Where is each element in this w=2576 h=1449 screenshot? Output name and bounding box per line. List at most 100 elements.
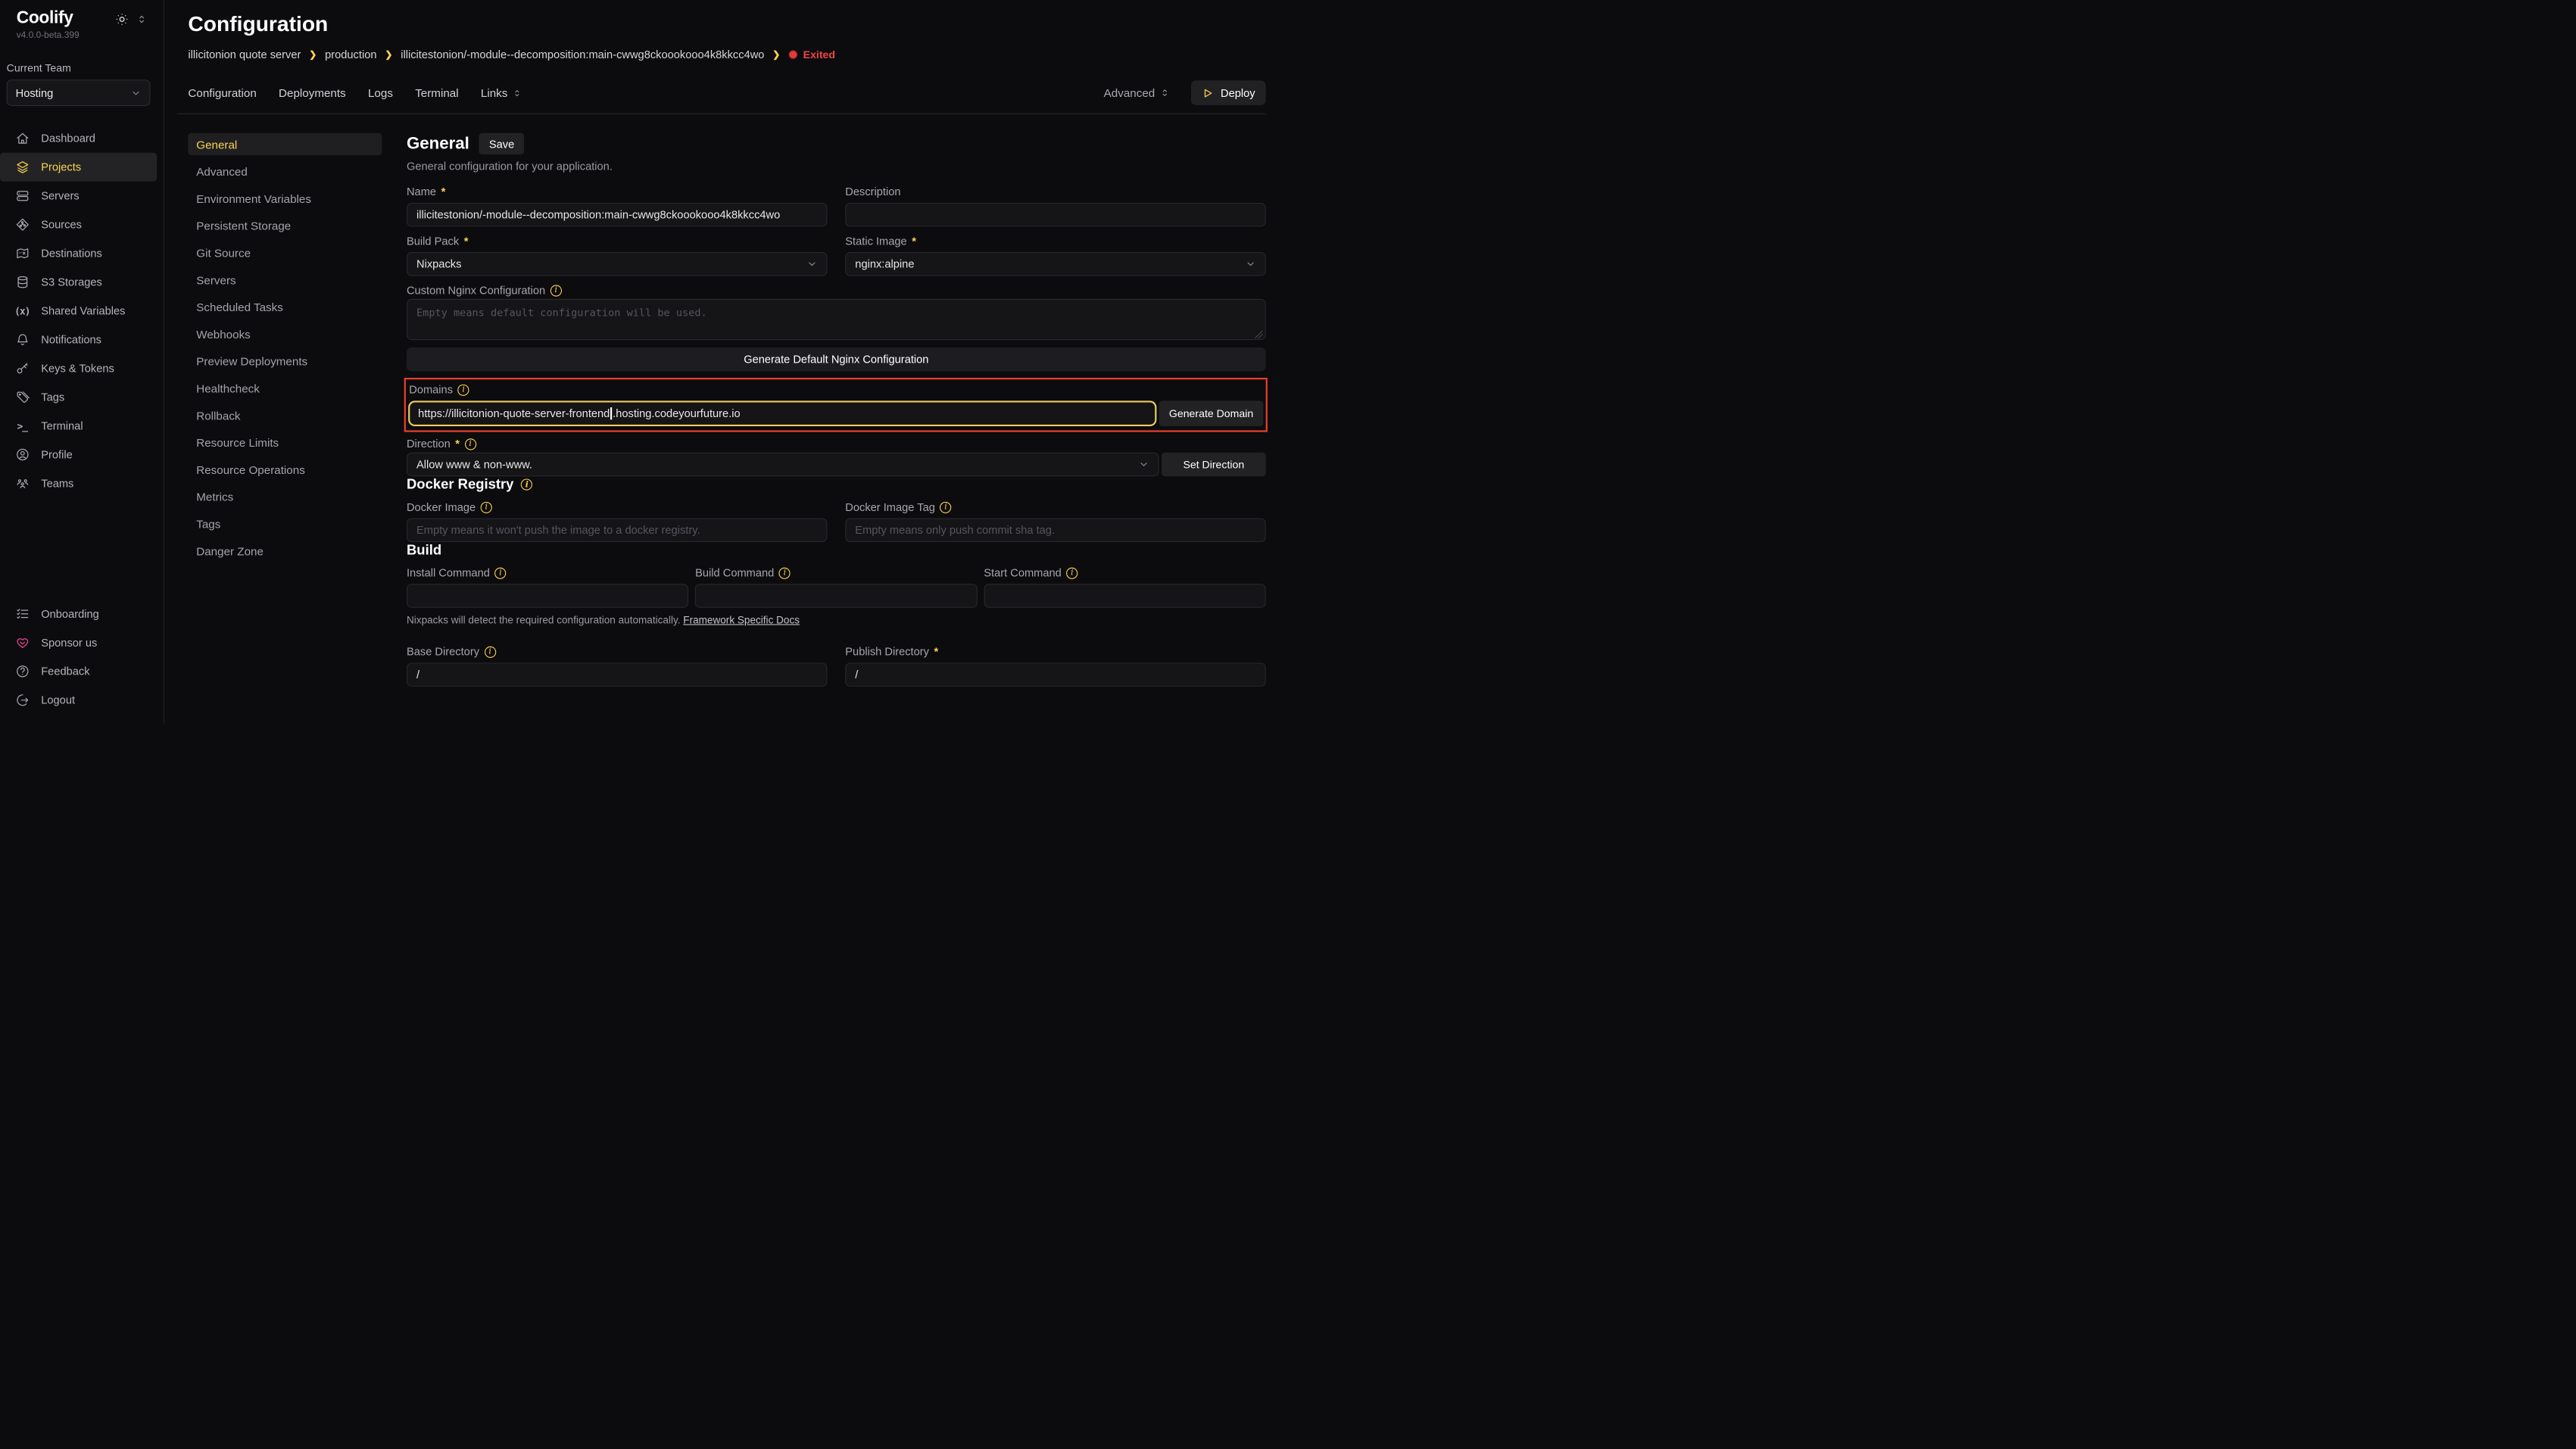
save-button[interactable]: Save <box>479 133 524 154</box>
info-icon: i <box>779 567 791 578</box>
tabbar: Configuration Deployments Logs Terminal Link… <box>188 80 1265 105</box>
domains-label: Domainsi <box>409 384 1263 396</box>
current-team-label: Current Team <box>7 61 164 73</box>
sidebar-item-logout[interactable]: Logout <box>0 686 164 715</box>
users-icon <box>15 476 30 491</box>
breadcrumb-item[interactable]: illicitonion quote server <box>188 48 301 61</box>
subnav-item-healthcheck[interactable]: Healthcheck <box>188 377 382 399</box>
subnav-item-resource-limits[interactable]: Resource Limits <box>188 432 382 453</box>
description-label: Description <box>845 185 1265 198</box>
subnav-item-servers[interactable]: Servers <box>188 269 382 291</box>
breadcrumb-item[interactable]: production <box>325 48 376 61</box>
sidebar-item-label: Shared Variables <box>41 304 125 316</box>
build-command-input[interactable] <box>695 584 977 607</box>
subnav-item-webhooks[interactable]: Webhooks <box>188 323 382 344</box>
subnav-item-git-source[interactable]: Git Source <box>188 242 382 263</box>
deploy-button[interactable]: Deploy <box>1191 80 1266 105</box>
subnav-item-resource-operations[interactable]: Resource Operations <box>188 458 382 480</box>
base-directory-input[interactable] <box>407 662 827 686</box>
build-heading: Build <box>407 542 1266 559</box>
sidebar-item-profile[interactable]: Profile <box>0 440 164 469</box>
sidebar-item-label: Terminal <box>41 419 83 432</box>
general-form: General Save General configuration for y… <box>407 133 1266 687</box>
build-command-label: Build Commandi <box>695 567 977 579</box>
sidebar-item-s3-storages[interactable]: S3 Storages <box>0 268 164 297</box>
generate-nginx-button[interactable]: Generate Default Nginx Configuration <box>407 347 1266 371</box>
tag-icon <box>15 390 30 405</box>
start-command-input[interactable] <box>984 584 1265 607</box>
docker-image-tag-input[interactable] <box>845 519 1265 542</box>
subnav-item-advanced[interactable]: Advanced <box>188 160 382 182</box>
tab-links[interactable]: Links <box>481 86 522 99</box>
install-command-input[interactable] <box>407 584 688 607</box>
required-asterisk: * <box>441 185 446 198</box>
resize-handle-icon[interactable] <box>1255 331 1263 338</box>
subnav-item-scheduled-tasks[interactable]: Scheduled Tasks <box>188 296 382 318</box>
subnav-item-preview-deployments[interactable]: Preview Deployments <box>188 350 382 372</box>
main: Configuration illicitonion quote server ❯… <box>165 0 1288 724</box>
sidebar-item-sources[interactable]: Sources <box>0 210 164 239</box>
sidebar-item-teams[interactable]: Teams <box>0 469 164 497</box>
sidebar-item-dashboard[interactable]: Dashboard <box>0 124 164 153</box>
advanced-dropdown[interactable]: Advanced <box>1104 86 1170 99</box>
description-input[interactable] <box>845 203 1265 226</box>
sidebar-item-notifications[interactable]: Notifications <box>0 326 164 354</box>
info-icon: i <box>458 384 469 395</box>
team-select[interactable]: Hosting <box>7 79 151 106</box>
domains-input[interactable]: https://illicitonion-quote-server-fronte… <box>408 400 1156 426</box>
heart-icon <box>15 635 30 650</box>
tab-label: Links <box>481 86 507 99</box>
framework-docs-link[interactable]: Framework Specific Docs <box>683 614 800 625</box>
sidebar-item-sponsor-us[interactable]: Sponsor us <box>0 628 164 657</box>
custom-nginx-textarea[interactable] <box>407 299 1266 340</box>
sidebar-item-tags[interactable]: Tags <box>0 383 164 412</box>
set-direction-button[interactable]: Set Direction <box>1162 453 1266 476</box>
coolify-app: Coolify v4.0.0-beta.399 Current Team Hos… <box>0 0 1288 724</box>
direction-select[interactable]: Allow www & non-www. <box>407 453 1159 476</box>
tab-label: Configuration <box>188 86 256 99</box>
static-image-label: Static Image* <box>845 235 1265 247</box>
sidebar-item-onboarding[interactable]: Onboarding <box>0 600 164 628</box>
terminal-icon: >_ <box>15 419 30 434</box>
generate-domain-button[interactable]: Generate Domain <box>1159 400 1264 426</box>
breadcrumb-item[interactable]: illicitestonion/-module--decomposition:m… <box>401 48 764 61</box>
tab-logs[interactable]: Logs <box>368 86 393 99</box>
theme-toggle-sun-icon[interactable] <box>115 12 129 26</box>
sidebar-item-servers[interactable]: Servers <box>0 182 164 210</box>
subnav-item-danger-zone[interactable]: Danger Zone <box>188 540 382 562</box>
sidebar-collapse-icon[interactable] <box>136 13 147 25</box>
tab-configuration[interactable]: Configuration <box>188 86 256 99</box>
database-icon <box>15 275 30 290</box>
sidebar-item-destinations[interactable]: Destinations <box>0 239 164 268</box>
install-command-label: Install Commandi <box>407 567 688 579</box>
subnav-item-rollback[interactable]: Rollback <box>188 404 382 426</box>
publish-directory-input[interactable] <box>845 662 1265 686</box>
resource-tabs: Configuration Deployments Logs Terminal Link… <box>188 86 544 99</box>
variables-icon: (x) <box>15 304 30 319</box>
subnav-item-metrics[interactable]: Metrics <box>188 485 382 507</box>
sidebar-item-feedback[interactable]: Feedback <box>0 657 164 686</box>
sidebar-item-label: Feedback <box>41 665 89 678</box>
sidebar-item-projects[interactable]: Projects <box>0 153 157 182</box>
build-pack-select[interactable]: Nixpacks <box>407 252 827 276</box>
static-image-select[interactable]: nginx:alpine <box>845 252 1265 276</box>
server-icon <box>15 189 30 204</box>
tab-terminal[interactable]: Terminal <box>415 86 458 99</box>
sidebar-item-shared-variables[interactable]: (x) Shared Variables <box>0 297 164 326</box>
chevron-right-icon: ❯ <box>385 49 392 60</box>
required-asterisk: * <box>464 235 469 247</box>
docker-image-input[interactable] <box>407 519 827 542</box>
name-input[interactable] <box>407 203 827 226</box>
domain-value-before-caret: https://illicitonion-quote-server-fronte… <box>418 407 610 419</box>
info-icon: i <box>481 501 492 513</box>
sidebar-item-label: Sources <box>41 219 82 231</box>
tab-deployments[interactable]: Deployments <box>279 86 346 99</box>
subnav-item-tags[interactable]: Tags <box>188 513 382 534</box>
subnav-item-general[interactable]: General <box>188 133 382 155</box>
key-icon <box>15 361 30 376</box>
subnav-item-persistent-storage[interactable]: Persistent Storage <box>188 214 382 236</box>
direction-value: Allow www & non-www. <box>416 458 532 470</box>
sidebar-item-terminal[interactable]: >_ Terminal <box>0 411 164 440</box>
subnav-item-environment-variables[interactable]: Environment Variables <box>188 187 382 209</box>
sidebar-item-keys-tokens[interactable]: Keys & Tokens <box>0 354 164 383</box>
